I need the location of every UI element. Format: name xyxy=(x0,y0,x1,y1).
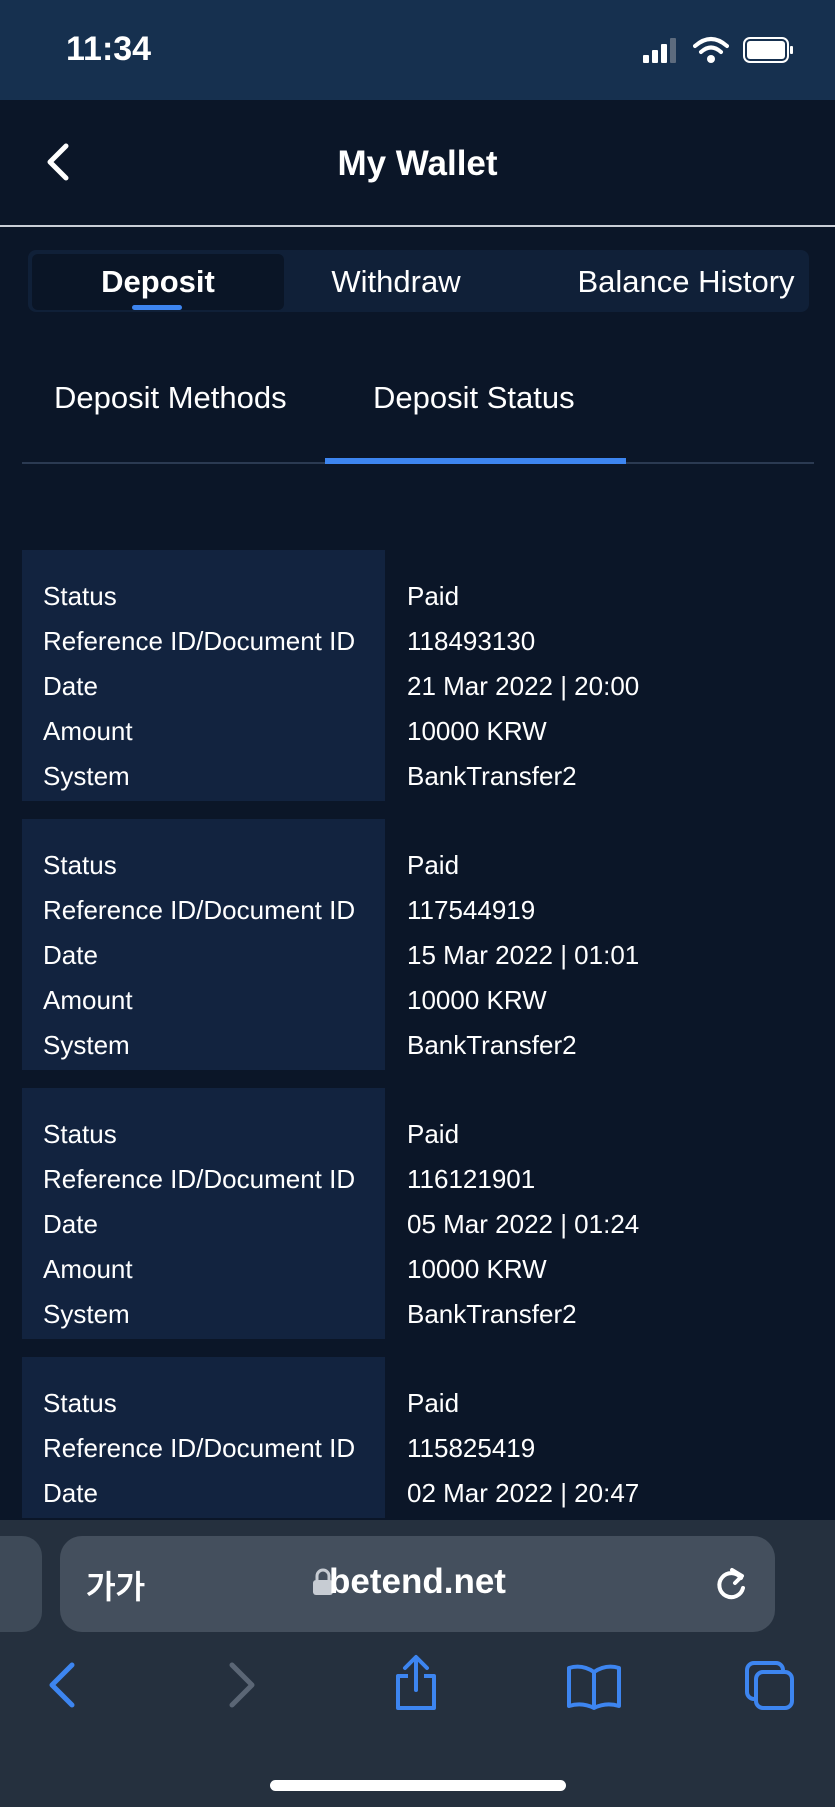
label-date: Date xyxy=(43,940,98,970)
value-date: 15 Mar 2022 | 01:01 xyxy=(407,940,640,970)
subtab-deposit-status[interactable]: Deposit Status xyxy=(373,380,575,416)
record-values: Paid 115825419 02 Mar 2022 | 20:47 xyxy=(385,1357,814,1518)
value-amount: 10000 KRW xyxy=(407,716,547,746)
label-system: System xyxy=(43,761,130,791)
record-labels: Status Reference ID/Document ID Date Amo… xyxy=(22,550,385,801)
tab-withdraw-label: Withdraw xyxy=(331,264,461,299)
label-date: Date xyxy=(43,671,98,701)
tab-active-indicator xyxy=(132,305,182,310)
tabs-icon[interactable] xyxy=(744,1660,796,1712)
back-icon[interactable] xyxy=(44,1660,80,1710)
tab-withdraw[interactable]: Withdraw xyxy=(296,254,496,310)
record-values: Paid 117544919 15 Mar 2022 | 01:01 10000… xyxy=(385,819,814,1070)
address-bar[interactable]: 가가 betend.net xyxy=(60,1536,775,1632)
tab-balance-history-label: Balance History xyxy=(577,264,795,299)
value-status: Paid xyxy=(407,581,460,611)
header: My Wallet xyxy=(0,100,835,227)
tab-deposit-label: Deposit xyxy=(101,264,215,299)
label-reference-id: Reference ID/Document ID xyxy=(43,895,356,925)
value-date: 21 Mar 2022 | 20:00 xyxy=(407,671,640,701)
signal-icon xyxy=(643,38,676,63)
status-icons xyxy=(643,36,795,64)
subtab-deposit-methods[interactable]: Deposit Methods xyxy=(54,380,287,416)
browser-toolbar: 가가 betend.net xyxy=(0,1520,835,1807)
reload-icon[interactable] xyxy=(713,1564,749,1604)
label-date: Date xyxy=(43,1478,98,1508)
value-reference-id: 115825419 xyxy=(407,1433,536,1463)
share-icon[interactable] xyxy=(392,1654,440,1712)
status-bar: 11:34 xyxy=(0,0,835,100)
home-indicator xyxy=(270,1780,566,1791)
value-date: 05 Mar 2022 | 01:24 xyxy=(407,1209,640,1239)
value-status: Paid xyxy=(407,1388,460,1418)
label-system: System xyxy=(43,1030,130,1060)
value-reference-id: 117544919 xyxy=(407,895,536,925)
value-reference-id: 116121901 xyxy=(407,1164,536,1194)
record-labels: Status Reference ID/Document ID Date Amo… xyxy=(22,1088,385,1339)
forward-icon[interactable] xyxy=(224,1660,260,1710)
value-status: Paid xyxy=(407,850,460,880)
value-system: BankTransfer2 xyxy=(407,1030,577,1060)
label-reference-id: Reference ID/Document ID xyxy=(43,1433,356,1463)
label-amount: Amount xyxy=(43,985,133,1015)
url-text: betend.net xyxy=(329,1562,506,1601)
value-system: BankTransfer2 xyxy=(407,1299,577,1329)
record-labels: Status Reference ID/Document ID Date Amo… xyxy=(22,819,385,1070)
label-reference-id: Reference ID/Document ID xyxy=(43,626,356,656)
value-system: BankTransfer2 xyxy=(407,761,577,791)
record-values: Paid 118493130 21 Mar 2022 | 20:00 10000… xyxy=(385,550,814,801)
sub-tabs: Deposit Methods Deposit Status xyxy=(22,340,814,464)
deposit-record: Status Reference ID/Document ID Date Amo… xyxy=(22,819,814,1070)
deposit-record: Status Reference ID/Document ID Date Pai… xyxy=(22,1357,814,1518)
deposit-record: Status Reference ID/Document ID Date Amo… xyxy=(22,550,814,801)
label-status: Status xyxy=(43,850,117,880)
bookmarks-icon[interactable] xyxy=(566,1664,622,1710)
status-time: 11:34 xyxy=(66,30,152,68)
previous-tab-pill[interactable] xyxy=(0,1536,42,1632)
subtab-active-indicator xyxy=(325,458,626,464)
label-system: System xyxy=(43,1299,130,1329)
label-amount: Amount xyxy=(43,716,133,746)
label-status: Status xyxy=(43,1119,117,1149)
label-reference-id: Reference ID/Document ID xyxy=(43,1164,356,1194)
deposit-record: Status Reference ID/Document ID Date Amo… xyxy=(22,1088,814,1339)
battery-icon xyxy=(743,37,793,63)
label-amount: Amount xyxy=(43,1254,133,1284)
deposit-records: Status Reference ID/Document ID Date Amo… xyxy=(22,550,814,1536)
label-status: Status xyxy=(43,581,117,611)
page-title: My Wallet xyxy=(337,144,498,183)
value-amount: 10000 KRW xyxy=(407,985,547,1015)
tab-deposit[interactable]: Deposit xyxy=(32,254,284,310)
value-amount: 10000 KRW xyxy=(407,1254,547,1284)
value-status: Paid xyxy=(407,1119,460,1149)
wifi-icon xyxy=(693,37,729,63)
record-labels: Status Reference ID/Document ID Date xyxy=(22,1357,385,1518)
main-tabs: Deposit Withdraw Balance History xyxy=(28,250,809,312)
value-date: 02 Mar 2022 | 20:47 xyxy=(407,1478,640,1508)
tab-balance-history[interactable]: Balance History xyxy=(568,254,804,310)
label-status: Status xyxy=(43,1388,117,1418)
value-reference-id: 118493130 xyxy=(407,626,536,656)
label-date: Date xyxy=(43,1209,98,1239)
record-values: Paid 116121901 05 Mar 2022 | 01:24 10000… xyxy=(385,1088,814,1339)
